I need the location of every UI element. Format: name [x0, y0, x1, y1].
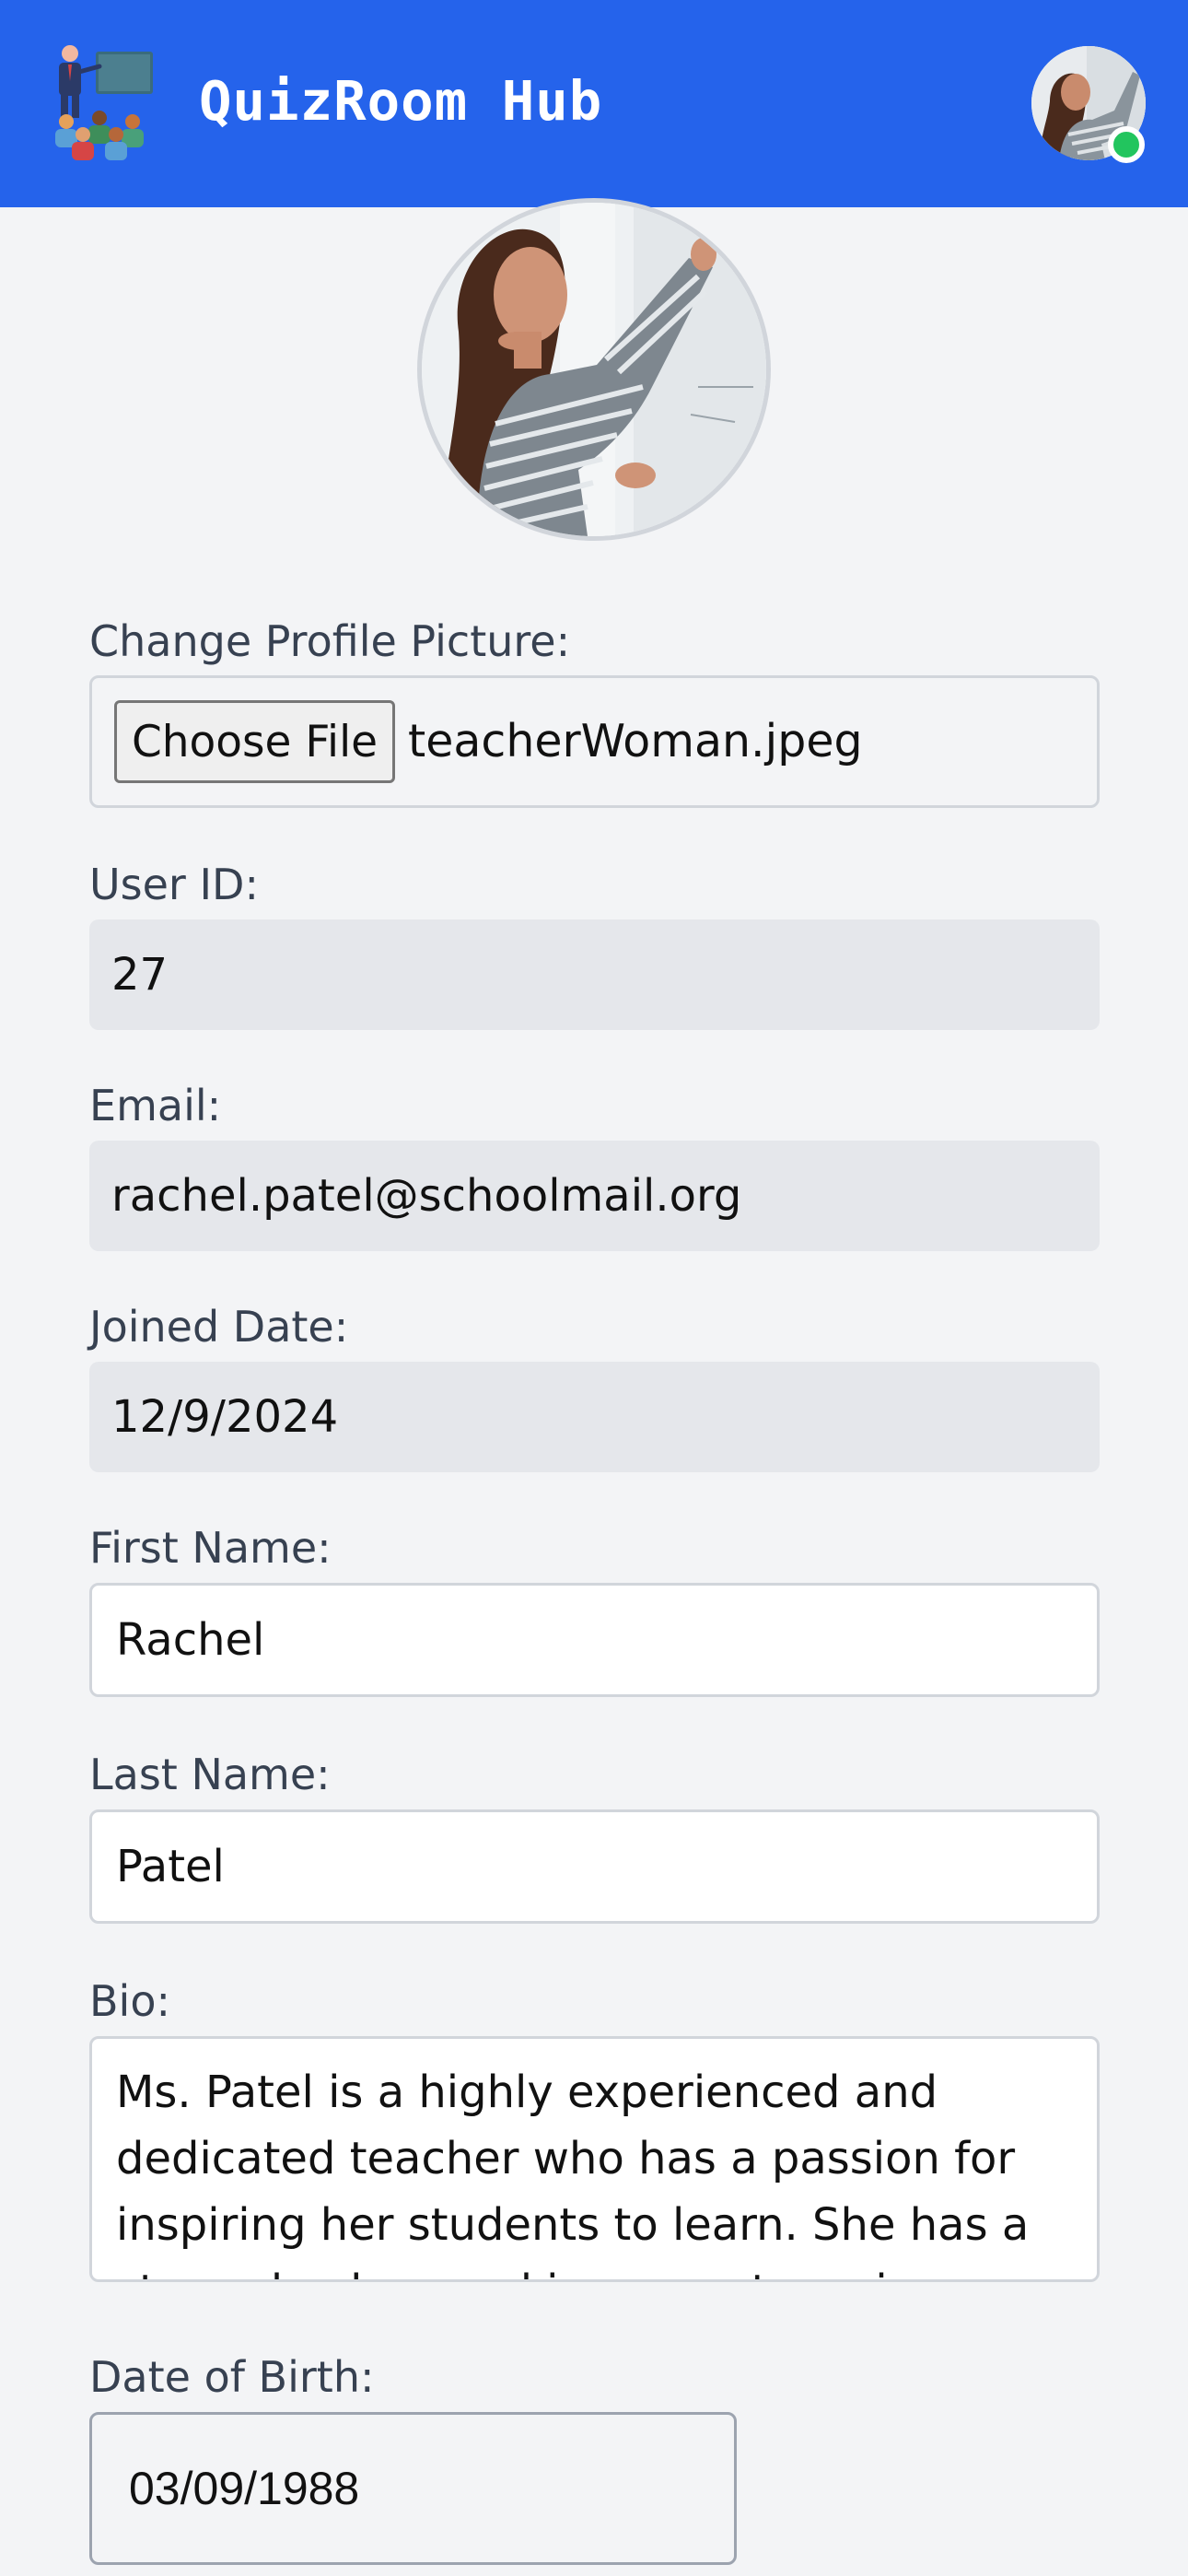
last-name-input[interactable]: Patel — [89, 1809, 1100, 1924]
first-name-input[interactable]: Rachel — [89, 1583, 1100, 1697]
user-id-field: 27 — [89, 919, 1100, 1030]
app-header: QuizRoom Hub — [0, 0, 1188, 207]
bio-textarea[interactable]: Ms. Patel is a highly experienced and de… — [89, 2036, 1100, 2282]
profile-photo — [417, 198, 771, 541]
change-profile-picture-label: Change Profile Picture: — [89, 616, 571, 666]
classroom-teacher-icon[interactable] — [42, 44, 157, 160]
first-name-label: First Name: — [89, 1523, 332, 1573]
app-title: QuizRoom Hub — [199, 69, 603, 133]
date-of-birth-input[interactable]: 03/09/1988 — [89, 2412, 737, 2565]
bio-label: Bio: — [89, 1976, 170, 2026]
email-label: Email: — [89, 1081, 222, 1130]
user-id-label: User ID: — [89, 860, 259, 909]
email-field: rachel.patel@schoolmail.org — [89, 1141, 1100, 1251]
profile-picture-file-input[interactable]: Choose File teacherWoman.jpeg — [89, 675, 1100, 808]
joined-date-label: Joined Date: — [89, 1302, 349, 1352]
date-of-birth-label: Date of Birth: — [89, 2352, 375, 2402]
last-name-label: Last Name: — [89, 1750, 331, 1799]
choose-file-button[interactable]: Choose File — [114, 700, 395, 783]
online-status-indicator — [1108, 126, 1145, 163]
selected-file-name: teacherWoman.jpeg — [408, 715, 863, 767]
joined-date-field: 12/9/2024 — [89, 1362, 1100, 1472]
